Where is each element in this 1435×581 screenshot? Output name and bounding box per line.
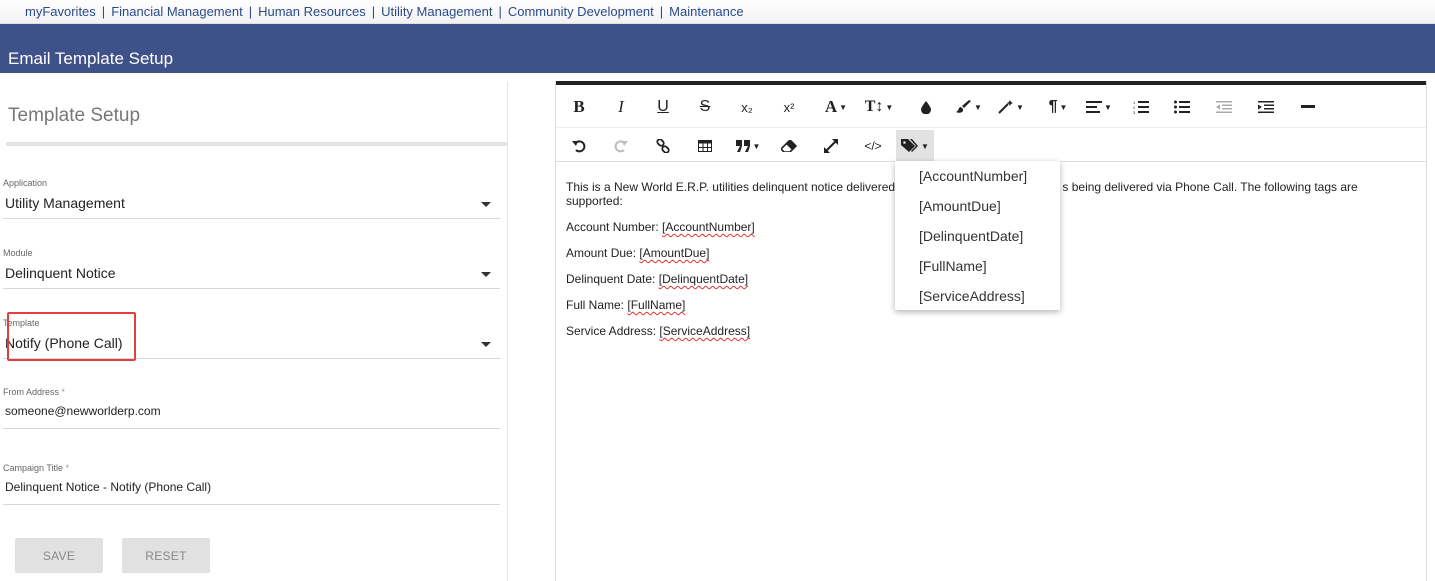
background-color-button[interactable]: ▼ [953, 91, 985, 123]
font-icon: A [824, 97, 838, 116]
nav-separator: | [248, 4, 253, 19]
module-value: Delinquent Notice [5, 265, 116, 281]
application-value: Utility Management [5, 195, 125, 211]
chevron-down-icon: ▼ [1104, 102, 1112, 112]
application-select[interactable]: Application Utility Management [3, 178, 500, 220]
campaign-title-value: Delinquent Notice - Notify (Phone Call) [5, 480, 212, 494]
chevron-down-icon: ▼ [1016, 102, 1024, 112]
subscript-button[interactable]: x₂ [734, 91, 760, 123]
horizontal-rule-icon [1301, 105, 1315, 108]
link-icon [656, 139, 670, 153]
template-highlight-box [7, 312, 136, 361]
clear-format-button[interactable] [776, 130, 802, 162]
nav-separator: | [659, 4, 664, 19]
campaign-title-label: Campaign Title * [3, 463, 70, 473]
magic-wand-icon [998, 100, 1014, 114]
link-button[interactable] [650, 130, 676, 162]
tags-dropdown-menu: [AccountNumber] [AmountDue] [DelinquentD… [895, 161, 1060, 310]
nav-myfavorites[interactable]: myFavorites [25, 4, 96, 19]
text-color-button[interactable] [913, 91, 939, 123]
nav-separator: | [371, 4, 376, 19]
indent-icon [1258, 101, 1274, 113]
chevron-down-icon: ▼ [752, 141, 761, 151]
from-address-value: someone@newworlderp.com [5, 404, 161, 418]
paragraph-button[interactable]: ¶ ▼ [1043, 91, 1073, 123]
bullet-list-icon [1174, 100, 1190, 114]
nav-financial-management[interactable]: Financial Management [111, 4, 243, 19]
strikethrough-button[interactable]: S [692, 91, 718, 123]
page-title: Email Template Setup [8, 49, 174, 68]
chevron-down-icon [481, 202, 491, 207]
paintbrush-icon [956, 100, 972, 113]
text-size-icon: T↕ [864, 98, 884, 115]
nav-human-resources[interactable]: Human Resources [258, 4, 366, 19]
chevron-down-icon: ▼ [885, 102, 894, 112]
table-icon [698, 140, 712, 152]
code-view-button[interactable]: </> [860, 130, 886, 162]
chevron-down-icon: ▼ [839, 102, 848, 112]
indent-button[interactable] [1254, 91, 1278, 123]
pilcrow-icon: ¶ [1048, 98, 1058, 115]
title-bar: Email Template Setup [0, 24, 1435, 73]
font-family-button[interactable]: A ▼ [820, 91, 852, 123]
reset-button[interactable]: RESET [122, 538, 210, 573]
tags-icon [901, 139, 919, 152]
blockquote-button[interactable]: ▼ [732, 130, 764, 162]
droplet-icon [921, 101, 931, 114]
ordered-list-icon: 123 [1133, 100, 1149, 114]
save-button[interactable]: SAVE [15, 538, 103, 573]
chevron-down-icon [481, 272, 491, 277]
tag-option-amount-due[interactable]: [AmountDue] [895, 195, 1060, 225]
outdent-button[interactable] [1212, 91, 1236, 123]
chevron-down-icon: ▼ [921, 141, 929, 151]
italic-button[interactable]: I [608, 91, 634, 123]
rich-text-editor: B I U S x₂ x² A ▼ T↕ ▼ ▼ ▼ ¶ ▼ ▼ 123 ▼ <… [555, 81, 1427, 581]
eraser-icon [781, 140, 797, 152]
font-size-button[interactable]: T↕ ▼ [862, 91, 896, 123]
svg-text:3: 3 [1133, 110, 1136, 114]
module-label: Module [3, 248, 33, 258]
content-line: Service Address: [ServiceAddress] [566, 324, 751, 338]
undo-button[interactable] [566, 130, 592, 162]
campaign-title-field[interactable]: Campaign Title * Delinquent Notice - Not… [3, 463, 500, 506]
panel-title: Template Setup [8, 105, 141, 126]
nav-community-development[interactable]: Community Development [508, 4, 654, 19]
chevron-down-icon [481, 342, 491, 347]
nav-separator: | [101, 4, 106, 19]
tag-option-service-address[interactable]: [ServiceAddress] [895, 285, 1060, 315]
nav-maintenance[interactable]: Maintenance [669, 4, 743, 19]
chevron-down-icon: ▼ [1059, 102, 1068, 112]
quote-icon [735, 140, 750, 152]
magic-wand-button[interactable]: ▼ [995, 91, 1027, 123]
redo-icon [614, 140, 628, 153]
expand-icon [824, 139, 838, 153]
nav-separator: | [498, 4, 502, 19]
tag-option-full-name[interactable]: [FullName] [895, 255, 1060, 285]
tag-option-account-number[interactable]: [AccountNumber] [895, 165, 1060, 195]
top-nav: myFavorites | Financial Management | Hum… [0, 0, 1435, 24]
editor-toolbar: B I U S x₂ x² A ▼ T↕ ▼ ▼ ▼ ¶ ▼ ▼ 123 ▼ <… [556, 85, 1426, 162]
application-label: Application [3, 178, 48, 188]
module-select[interactable]: Module Delinquent Notice [3, 248, 500, 290]
tags-button[interactable]: ▼ [896, 130, 934, 162]
align-button[interactable]: ▼ [1083, 91, 1115, 123]
from-address-field[interactable]: From Address * someone@newworlderp.com [3, 387, 500, 430]
horizontal-rule-button[interactable] [1296, 91, 1320, 123]
underline-button[interactable]: U [650, 91, 676, 123]
from-address-label: From Address * [3, 387, 66, 397]
superscript-button[interactable]: x² [776, 91, 802, 123]
bold-button[interactable]: B [566, 91, 592, 123]
panel-header: Template Setup [6, 82, 507, 146]
ordered-list-button[interactable]: 123 [1129, 91, 1153, 123]
unordered-list-button[interactable] [1170, 91, 1194, 123]
undo-icon [572, 140, 586, 153]
redo-button[interactable] [608, 130, 634, 162]
chevron-down-icon: ▼ [974, 102, 982, 112]
fullscreen-button[interactable] [818, 130, 844, 162]
align-left-icon [1086, 101, 1103, 113]
table-button[interactable] [692, 130, 718, 162]
nav-utility-management[interactable]: Utility Management [381, 4, 492, 19]
outdent-icon [1216, 101, 1232, 113]
tag-option-delinquent-date[interactable]: [DelinquentDate] [895, 225, 1060, 255]
